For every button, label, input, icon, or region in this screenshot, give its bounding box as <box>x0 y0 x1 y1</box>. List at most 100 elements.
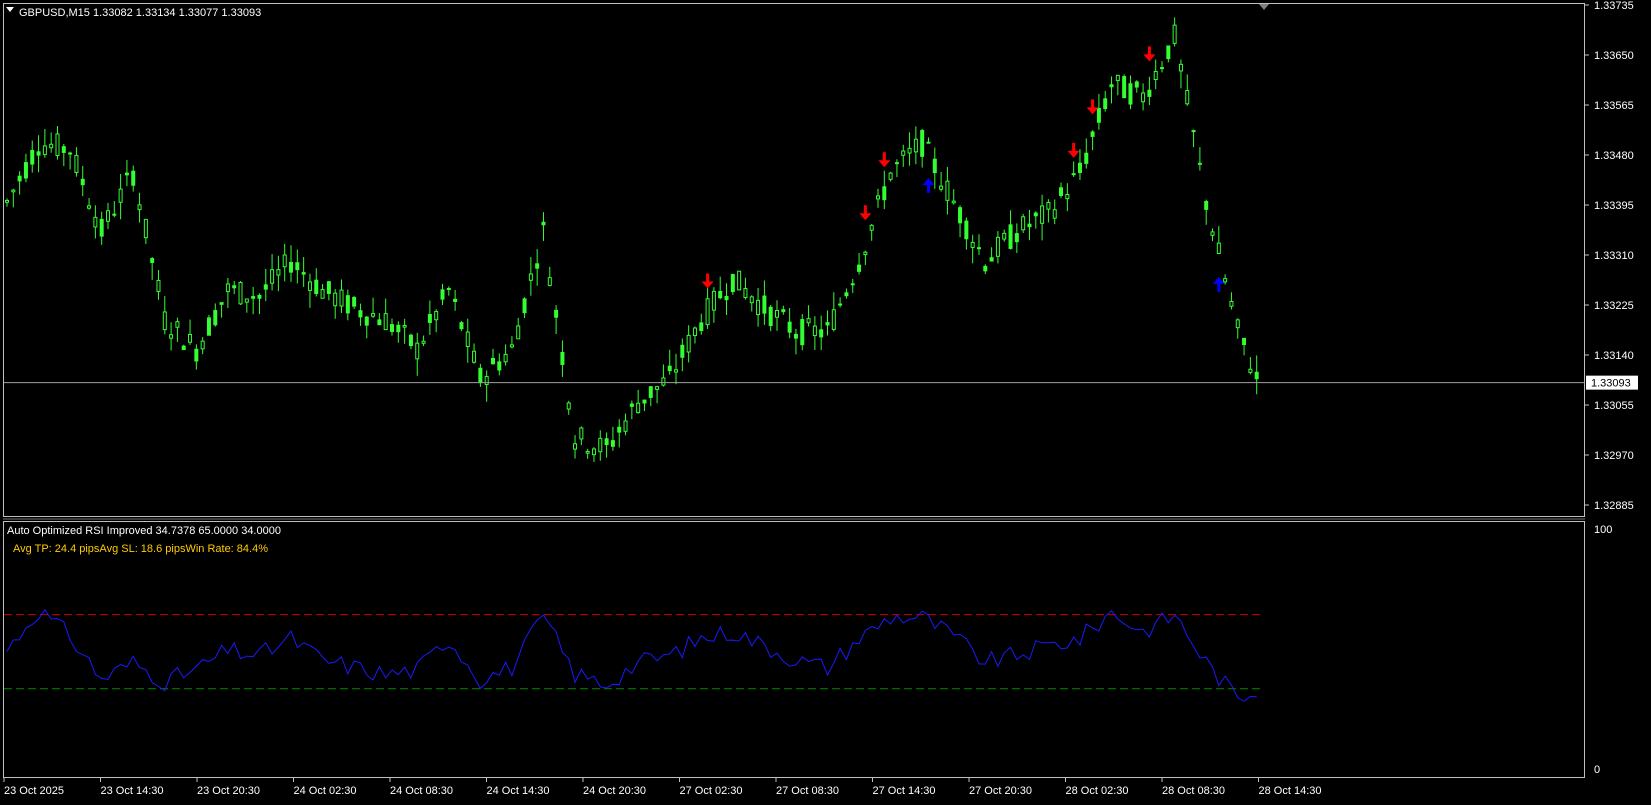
sell-arrow-icon <box>1067 142 1080 158</box>
candle-body <box>970 241 975 248</box>
candlestick-series <box>5 17 1259 462</box>
price-tick-label: 1.33735 <box>1594 0 1634 12</box>
time-tick-label: 27 Oct 08:30 <box>776 785 839 797</box>
symbol-header: GBPUSD,M15 1.33082 1.33134 1.33077 1.330… <box>6 7 261 19</box>
candle-body <box>1122 76 1127 99</box>
candle-body <box>711 290 716 311</box>
candle-body <box>1090 131 1095 137</box>
candle-body <box>1178 63 1183 72</box>
candle-body <box>1191 130 1196 133</box>
candle-body <box>333 292 338 307</box>
candle-body <box>617 426 622 433</box>
candle-body <box>497 361 502 371</box>
candle-body <box>314 279 319 295</box>
candle-body <box>1021 216 1026 231</box>
candle-body <box>175 321 180 328</box>
candle-body <box>377 319 382 326</box>
time-tick-label: 27 Oct 02:30 <box>680 785 743 797</box>
candle-body <box>1027 223 1032 228</box>
candle-body <box>200 340 205 350</box>
candle-body <box>850 283 855 286</box>
candle-body <box>610 440 615 447</box>
chevron-down-icon[interactable] <box>6 7 14 12</box>
chart-window[interactable]: GBPUSD,M15 1.33082 1.33134 1.33077 1.330… <box>0 0 1651 800</box>
candle-body <box>939 185 944 190</box>
price-tick-label: 1.32970 <box>1594 450 1634 462</box>
candle-body <box>472 350 477 363</box>
candle-body <box>181 345 186 351</box>
candle-body <box>995 236 1000 257</box>
candle-body <box>585 450 590 454</box>
candle-body <box>307 281 312 291</box>
candle-body <box>920 130 925 157</box>
indicator-panel-frame <box>3 521 1585 778</box>
indicator-axis-label-bottom: 0 <box>1594 764 1600 776</box>
candle-body <box>1115 74 1120 82</box>
candle-body <box>87 205 92 209</box>
price-tick-label: 1.33395 <box>1594 200 1634 212</box>
candle-body <box>756 299 761 316</box>
candle-body <box>806 318 811 324</box>
price-axis: 1.33735 1.33650 1.33565 1.33480 1.33395 1.333… <box>4 0 1638 512</box>
candle-body <box>819 329 824 338</box>
candle-body <box>440 289 445 300</box>
candle-body <box>232 285 237 289</box>
candle-body <box>579 427 584 440</box>
candle-body <box>1197 162 1202 165</box>
candle-body <box>503 353 508 363</box>
candle-body <box>528 273 533 281</box>
buy-arrow-icon <box>1212 276 1225 292</box>
candle-body <box>1172 24 1177 44</box>
price-tick-label: 1.33480 <box>1594 150 1634 162</box>
candle-body <box>1134 81 1139 88</box>
time-tick-label: 28 Oct 14:30 <box>1259 785 1322 797</box>
candle-body <box>800 319 805 346</box>
candle-body <box>150 258 155 263</box>
chart-shift-marker-icon[interactable] <box>1259 4 1269 10</box>
candle-body <box>945 180 950 201</box>
candle-body <box>648 386 653 398</box>
candle-body <box>55 133 60 156</box>
candle-body <box>358 310 363 318</box>
candle-body <box>560 351 565 365</box>
candle-body <box>194 348 199 362</box>
candle-body <box>718 290 723 299</box>
sell-arrow-icon <box>859 205 872 221</box>
price-tick-label: 1.33310 <box>1594 250 1634 262</box>
candle-body <box>1014 233 1019 243</box>
candle-body <box>478 367 483 384</box>
candle-body <box>36 151 41 156</box>
candle-body <box>749 296 754 304</box>
candle-body <box>629 403 634 407</box>
candle-body <box>655 386 660 390</box>
candle-body <box>951 200 956 204</box>
candle-body <box>667 365 672 372</box>
candle-body <box>1204 200 1209 210</box>
candle-body <box>383 313 388 331</box>
candle-body <box>1254 371 1259 380</box>
candle-body <box>775 310 780 318</box>
candle-body <box>1084 152 1089 164</box>
candle-body <box>705 298 710 326</box>
candle-body <box>882 186 887 201</box>
candle-body <box>396 324 401 333</box>
candle-body <box>762 295 767 314</box>
candle-body <box>1216 242 1221 254</box>
price-panel-frame <box>3 3 1585 517</box>
time-tick-label: 24 Oct 02:30 <box>294 785 357 797</box>
candle-body <box>983 265 988 272</box>
candle-body <box>282 254 287 268</box>
time-tick-label: 23 Oct 2025 <box>4 785 64 797</box>
candle-body <box>1052 209 1057 219</box>
candle-body <box>1160 67 1165 70</box>
time-tick-label: 28 Oct 08:30 <box>1162 785 1225 797</box>
candle-body <box>225 283 230 293</box>
candle-body <box>831 309 836 330</box>
candle-body <box>863 251 868 256</box>
candle-body <box>251 296 256 299</box>
candle-body <box>80 178 85 186</box>
candle-body <box>1242 337 1247 345</box>
candle-body <box>901 150 906 156</box>
candle-body <box>787 321 792 333</box>
candle-body <box>162 311 167 331</box>
